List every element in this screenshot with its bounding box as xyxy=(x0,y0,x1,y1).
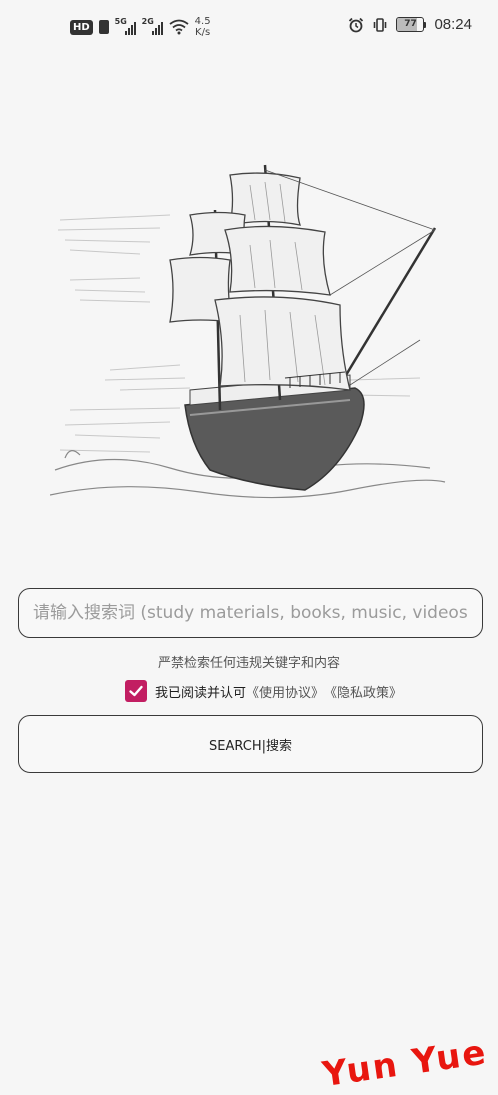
signal-icon: 2G xyxy=(141,17,163,35)
agreement-checkbox[interactable] xyxy=(125,680,147,702)
wifi-icon xyxy=(169,19,189,35)
check-icon xyxy=(129,685,143,697)
clock: 08:24 xyxy=(434,16,472,33)
status-left: HD 5G 2G 4.5 K/s xyxy=(70,16,211,38)
hd-icon: HD xyxy=(70,19,93,35)
battery-body: 77 xyxy=(396,17,425,32)
network-type-label: 5G xyxy=(114,17,127,26)
search-button[interactable]: SEARCH|搜索 xyxy=(18,715,483,773)
battery-icon: 77 xyxy=(396,17,427,32)
signal-icon: 5G xyxy=(114,17,136,35)
status-right: 77 08:24 xyxy=(348,16,472,33)
network-speed: 4.5 K/s xyxy=(195,16,211,38)
vibrate-icon xyxy=(374,17,387,32)
warning-text: 严禁检索任何违规关键字和内容 xyxy=(157,656,340,671)
watermark-text: Yun Yue xyxy=(320,1032,490,1095)
privacy-policy-link[interactable]: 《隐私政策》 xyxy=(324,682,402,701)
sailing-ship-illustration xyxy=(50,164,446,499)
speed-value: 4.5 xyxy=(194,16,211,27)
sim-icon xyxy=(98,20,109,34)
search-input[interactable] xyxy=(31,602,470,624)
agreement-row: 我已阅读并认可 《使用协议》 《隐私政策》 xyxy=(125,679,402,703)
speed-unit: K/s xyxy=(195,27,211,38)
alarm-icon xyxy=(349,17,364,32)
battery-percent: 77 xyxy=(404,19,417,29)
agreement-text: 我已阅读并认可 xyxy=(155,685,247,701)
search-field-container[interactable] xyxy=(18,588,483,638)
status-bar: HD 5G 2G 4.5 K/s 77 08:24 xyxy=(0,0,498,58)
terms-of-use-link[interactable]: 《使用协议》 xyxy=(246,682,324,701)
network-type-label: 2G xyxy=(141,17,154,26)
